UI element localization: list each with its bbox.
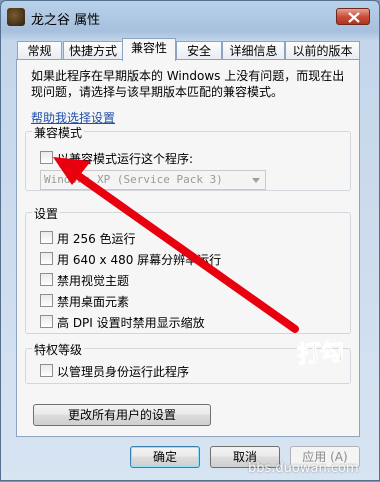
watermark: bbs.duowan.com <box>248 461 359 476</box>
tab-compatibility[interactable]: 兼容性 <box>122 38 176 61</box>
red-arrow-icon <box>53 157 299 333</box>
properties-window: 龙之谷 属性 常规 快捷方式 兼容性 安全 详细信息 以前的版本 如果此程序在早… <box>0 0 380 481</box>
annotation-text: 打勾 <box>296 337 345 369</box>
annotation-arrow <box>53 157 299 333</box>
